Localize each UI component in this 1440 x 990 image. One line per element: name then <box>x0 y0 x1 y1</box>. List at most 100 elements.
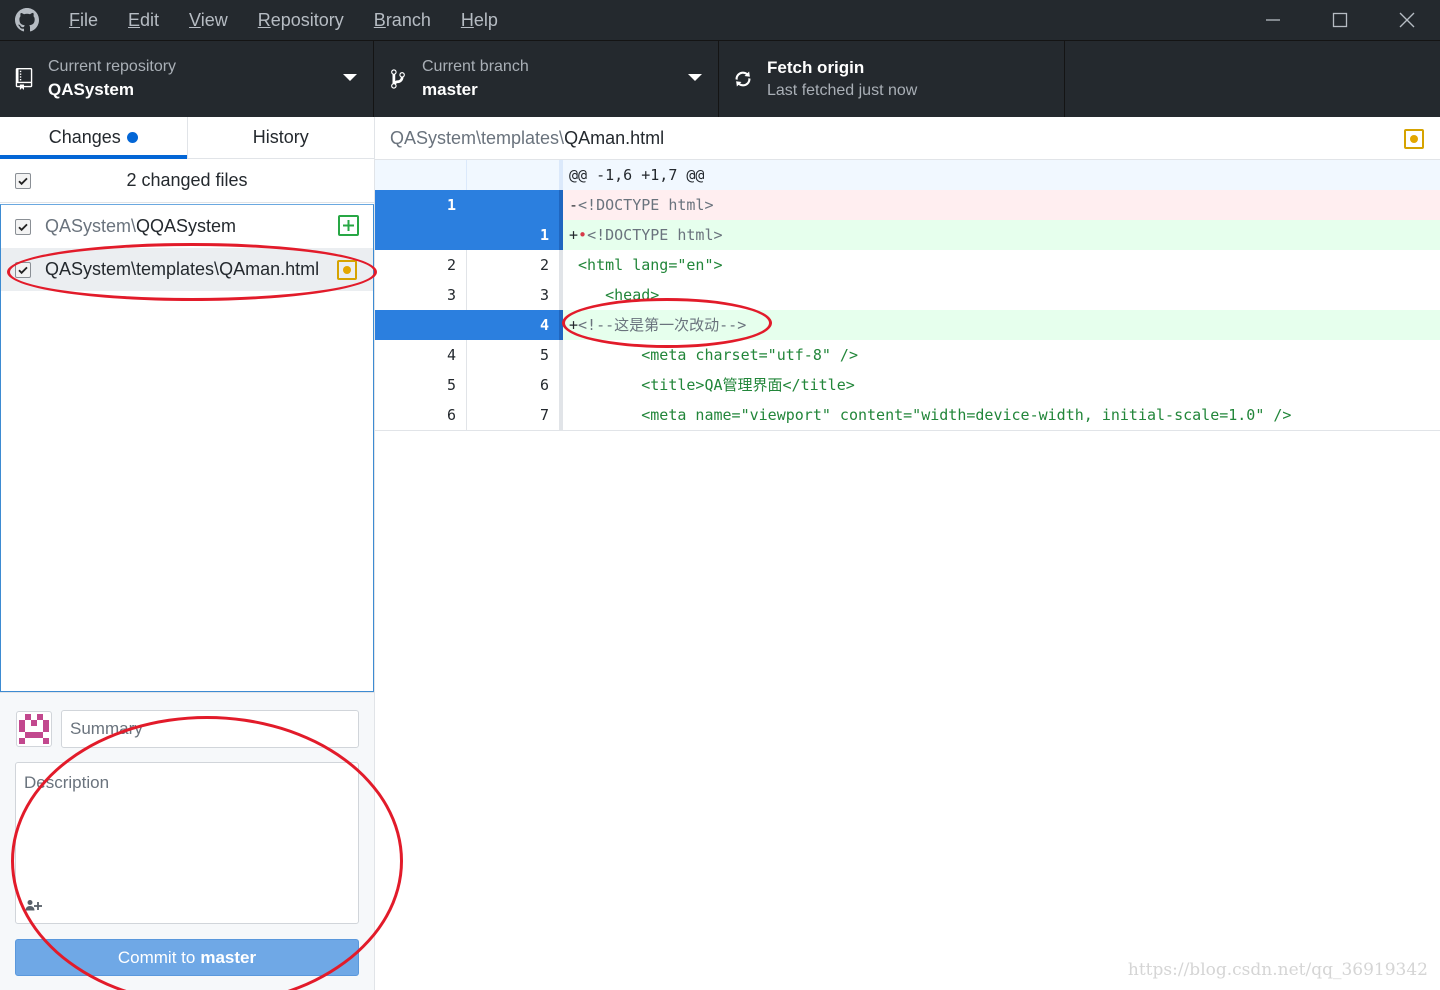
old-line-number[interactable]: 1 <box>375 190 467 220</box>
new-line-number[interactable] <box>467 190 563 220</box>
changed-files-header: 2 changed files <box>0 159 374 203</box>
old-line-number: 5 <box>375 370 467 400</box>
diff-code: +•<!DOCTYPE html> <box>563 220 1440 250</box>
new-line-number: 2 <box>467 250 563 280</box>
old-line-number[interactable] <box>375 220 467 250</box>
window-controls <box>1239 0 1440 40</box>
repo-name: QASystem <box>48 80 134 99</box>
file-checkbox[interactable] <box>15 218 31 235</box>
new-line-number[interactable]: 4 <box>467 310 563 340</box>
menu-repository[interactable]: Repository <box>243 0 359 40</box>
chevron-down-icon <box>343 74 357 81</box>
file-path: QASystem\QQASystem <box>45 216 237 236</box>
diff-line-context: 2 2 <html lang="en"> <box>375 250 1440 280</box>
diff-hunk-header: @@ -1,6 +1,7 @@ <box>375 160 1440 190</box>
file-row[interactable]: QASystem\templates\QAman.html <box>1 248 373 291</box>
sidebar-tabs: Changes History <box>0 117 374 159</box>
current-branch-dropdown[interactable]: Current branch master <box>374 41 719 117</box>
diff-code: <html lang="en"> <box>578 256 723 274</box>
whitespace-change-marker: • <box>578 226 588 244</box>
menu-view[interactable]: View <box>174 0 243 40</box>
diff-code: -<!DOCTYPE html> <box>563 190 1440 220</box>
repo-icon <box>0 68 48 90</box>
chevron-down-icon <box>688 74 702 81</box>
current-repository-dropdown[interactable]: Current repository QASystem <box>0 41 374 117</box>
title-bar: File Edit View Repository Branch Help <box>0 0 1440 40</box>
github-logo-icon <box>0 0 54 40</box>
add-coauthor-icon[interactable] <box>24 897 44 913</box>
commit-description-input[interactable] <box>16 763 358 893</box>
commit-description-box <box>15 762 359 924</box>
repo-label: Current repository <box>48 58 177 75</box>
diff-line-added[interactable]: 1 +•<!DOCTYPE html> <box>375 220 1440 250</box>
hunk-text: @@ -1,6 +1,7 @@ <box>563 160 1440 190</box>
diff-code: +<!--这是第一次改动--> <box>563 310 1440 340</box>
maximize-icon <box>1332 12 1347 28</box>
file-modified-icon <box>1404 129 1424 149</box>
menu-help[interactable]: Help <box>446 0 513 40</box>
fetch-subtitle: Last fetched just now <box>767 82 918 99</box>
diff-file-dir: QASystem\templates\ <box>390 127 565 148</box>
file-path: QASystem\templates\QAman.html <box>45 259 320 279</box>
checkmark-icon <box>18 266 28 274</box>
tab-history[interactable]: History <box>188 117 375 158</box>
diff-code: <meta name="viewport" content="width=dev… <box>641 406 1292 424</box>
diff-code: <meta charset="utf-8" /> <box>641 346 858 364</box>
diff-body: @@ -1,6 +1,7 @@ 1 -<!DOCTYPE html> 1 +•<… <box>375 160 1440 431</box>
diff-code: <head> <box>605 286 660 304</box>
diff-line-added[interactable]: 4 +<!--这是第一次改动--> <box>375 310 1440 340</box>
tab-changes[interactable]: Changes <box>0 117 188 159</box>
new-line-number: 3 <box>467 280 563 310</box>
close-icon <box>1399 12 1414 28</box>
diff-line-context: 3 3 <head> <box>375 280 1440 310</box>
file-modified-icon <box>337 260 357 280</box>
checkmark-icon <box>18 223 28 231</box>
changed-files-count: 2 changed files <box>126 170 248 190</box>
commit-button[interactable]: Commit to master <box>15 939 359 976</box>
diff-code: <title>QA管理界面</title> <box>641 376 855 394</box>
unread-indicator-dot <box>126 132 138 143</box>
new-line-number: 5 <box>467 340 563 370</box>
old-line-number[interactable] <box>375 310 467 340</box>
changed-files-list: QASystem\QQASystem QASystem\templates\QA… <box>0 204 374 692</box>
diff-line-context: 5 6 <title>QA管理界面</title> <box>375 370 1440 400</box>
toolbar: Current repository QASystem Current bran… <box>0 40 1440 117</box>
diff-panel: QASystem\templates\ QAman.html @@ -1,6 +1… <box>375 117 1440 990</box>
branch-icon <box>374 68 422 90</box>
checkmark-icon <box>18 177 28 186</box>
diff-file-header: QASystem\templates\ QAman.html <box>375 117 1440 160</box>
fetch-title: Fetch origin <box>767 58 865 77</box>
menu-file[interactable]: File <box>54 0 113 40</box>
menu-branch[interactable]: Branch <box>359 0 446 40</box>
old-line-number: 3 <box>375 280 467 310</box>
close-button[interactable] <box>1373 0 1440 40</box>
new-line-number[interactable]: 1 <box>467 220 563 250</box>
old-line-number: 2 <box>375 250 467 280</box>
sync-icon <box>719 69 767 89</box>
menu-bar: File Edit View Repository Branch Help <box>54 0 513 40</box>
branch-name: master <box>422 80 478 99</box>
diff-line-context: 4 5 <meta charset="utf-8" /> <box>375 340 1440 370</box>
commit-summary-input[interactable] <box>61 710 359 748</box>
maximize-button[interactable] <box>1306 0 1373 40</box>
menu-edit[interactable]: Edit <box>113 0 174 40</box>
select-all-checkbox[interactable] <box>15 173 31 189</box>
fetch-origin-button[interactable]: Fetch origin Last fetched just now <box>719 41 1065 117</box>
watermark: https://blog.csdn.net/qq_36919342 <box>1127 960 1428 980</box>
branch-label: Current branch <box>422 58 529 75</box>
minimize-icon <box>1265 19 1280 21</box>
new-line-number: 6 <box>467 370 563 400</box>
file-checkbox[interactable] <box>15 261 31 278</box>
diff-line-context: 6 7 <meta name="viewport" content="width… <box>375 400 1440 430</box>
sidebar: Changes History 2 changed files QASystem… <box>0 117 375 990</box>
old-line-number: 4 <box>375 340 467 370</box>
old-line-number: 6 <box>375 400 467 430</box>
minimize-button[interactable] <box>1239 0 1306 40</box>
diff-file-name: QAman.html <box>564 127 665 148</box>
file-added-icon <box>338 215 359 236</box>
diff-line-deleted[interactable]: 1 -<!DOCTYPE html> <box>375 190 1440 220</box>
avatar <box>16 711 52 747</box>
commit-form: Commit tomaster <box>0 692 374 990</box>
new-line-number: 7 <box>467 400 563 430</box>
file-row[interactable]: QASystem\QQASystem <box>1 205 373 248</box>
